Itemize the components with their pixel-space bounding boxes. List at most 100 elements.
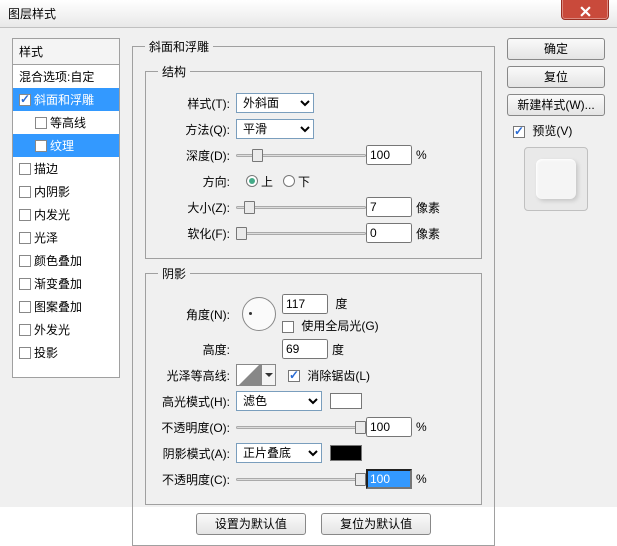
angle-wheel[interactable] [242,297,276,331]
highlight-color-swatch[interactable] [330,393,362,409]
highlight-mode-label: 高光模式(H): [158,393,230,410]
soften-label: 软化(F): [158,225,230,242]
sidebar-checkbox-6[interactable] [19,209,31,221]
direction-up-radio[interactable] [246,175,258,187]
size-input[interactable] [366,197,412,217]
shadow-opacity-input[interactable] [366,469,412,489]
depth-input[interactable] [366,145,412,165]
reset-default-button[interactable]: 复位为默认值 [321,513,431,535]
sidebar-label-0: 混合选项:自定 [19,68,94,85]
direction-label: 方向: [158,173,230,190]
altitude-label: 高度: [158,341,230,358]
soften-unit: 像素 [416,225,440,242]
technique-label: 方法(Q): [158,121,230,138]
angle-input[interactable] [282,294,328,314]
sidebar-checkbox-9[interactable] [19,278,31,290]
sidebar-label-4: 描边 [34,160,58,177]
sidebar-item-6[interactable]: 内发光 [13,203,119,226]
highlight-opacity-input[interactable] [366,417,412,437]
shading-group: 阴影 角度(N): 度 使用全局光(G) [145,265,482,505]
highlight-opacity-slider[interactable] [236,420,366,434]
structure-legend: 结构 [158,63,190,80]
size-label: 大小(Z): [158,199,230,216]
altitude-unit: 度 [332,341,344,358]
preview-checkbox[interactable] [513,126,525,138]
sidebar-label-12: 投影 [34,344,58,361]
style-list: 样式 混合选项:自定斜面和浮雕等高线纹理描边内阴影内发光光泽颜色叠加渐变叠加图案… [12,38,120,378]
highlight-mode-select[interactable]: 滤色 [236,391,322,411]
technique-select[interactable]: 平滑 [236,119,314,139]
structure-group: 结构 样式(T): 外斜面 方法(Q): 平滑 深度(D): % 方向: [145,63,482,259]
bevel-legend: 斜面和浮雕 [145,38,213,55]
sidebar-checkbox-2[interactable] [35,117,47,129]
shadow-color-swatch[interactable] [330,445,362,461]
shadow-opacity-label: 不透明度(C): [158,471,230,488]
sidebar-item-8[interactable]: 颜色叠加 [13,249,119,272]
ok-button[interactable]: 确定 [507,38,605,60]
sidebar-label-11: 外发光 [34,321,70,338]
gloss-label: 光泽等高线: [158,367,230,384]
sidebar-item-3[interactable]: 纹理 [13,134,119,157]
angle-label: 角度(N): [158,306,230,323]
global-light-label: 使用全局光(G) [301,319,378,333]
style-label: 样式(T): [158,95,230,112]
highlight-opacity-unit: % [416,420,427,434]
close-icon [580,6,591,17]
depth-unit: % [416,148,427,162]
sidebar-label-6: 内发光 [34,206,70,223]
sidebar-item-9[interactable]: 渐变叠加 [13,272,119,295]
sidebar-checkbox-3[interactable] [35,140,47,152]
direction-up-label: 上 [261,173,273,190]
right-pane: 确定 复位 新建样式(W)... 预览(V) [507,38,605,219]
sidebar-checkbox-11[interactable] [19,324,31,336]
sidebar-checkbox-8[interactable] [19,255,31,267]
shadow-opacity-slider[interactable] [236,472,366,486]
gloss-contour[interactable] [236,364,262,386]
altitude-input[interactable] [282,339,328,359]
sidebar-item-12[interactable]: 投影 [13,341,119,364]
depth-slider[interactable] [236,148,366,162]
global-light-checkbox[interactable] [282,321,294,333]
angle-unit: 度 [335,297,347,311]
sidebar-checkbox-10[interactable] [19,301,31,313]
sidebar-item-7[interactable]: 光泽 [13,226,119,249]
set-default-button[interactable]: 设置为默认值 [196,513,306,535]
sidebar-checkbox-1[interactable] [19,94,31,106]
preview-swatch [524,147,588,211]
close-button[interactable] [561,0,609,20]
sidebar-label-9: 渐变叠加 [34,275,82,292]
sidebar-checkbox-5[interactable] [19,186,31,198]
shadow-mode-select[interactable]: 正片叠底 [236,443,322,463]
cancel-button[interactable]: 复位 [507,66,605,88]
soften-slider[interactable] [236,226,366,240]
bevel-group: 斜面和浮雕 结构 样式(T): 外斜面 方法(Q): 平滑 深度(D): % [132,38,495,546]
soften-input[interactable] [366,223,412,243]
shading-legend: 阴影 [158,265,190,282]
sidebar-label-2: 等高线 [50,114,86,131]
style-select[interactable]: 外斜面 [236,93,314,113]
sidebar-item-5[interactable]: 内阴影 [13,180,119,203]
antialias-checkbox[interactable] [288,370,300,382]
new-style-button[interactable]: 新建样式(W)... [507,94,605,116]
antialias-label: 消除锯齿(L) [307,369,370,383]
sidebar-checkbox-4[interactable] [19,163,31,175]
sidebar-item-11[interactable]: 外发光 [13,318,119,341]
sidebar-item-2[interactable]: 等高线 [13,111,119,134]
shadow-mode-label: 阴影模式(A): [158,445,230,462]
shadow-opacity-unit: % [416,472,427,486]
sidebar-item-4[interactable]: 描边 [13,157,119,180]
sidebar-checkbox-7[interactable] [19,232,31,244]
sidebar-label-8: 颜色叠加 [34,252,82,269]
preview-label: 预览(V) [532,124,572,138]
sidebar-checkbox-12[interactable] [19,347,31,359]
size-slider[interactable] [236,200,366,214]
direction-down-radio[interactable] [283,175,295,187]
sidebar-label-10: 图案叠加 [34,298,82,315]
gloss-contour-dropdown[interactable] [262,364,276,386]
style-list-header: 样式 [13,39,119,65]
sidebar-item-0[interactable]: 混合选项:自定 [13,65,119,88]
sidebar-item-1[interactable]: 斜面和浮雕 [13,88,119,111]
sidebar-label-1: 斜面和浮雕 [34,91,94,108]
sidebar-item-10[interactable]: 图案叠加 [13,295,119,318]
sidebar-label-3: 纹理 [50,137,74,154]
